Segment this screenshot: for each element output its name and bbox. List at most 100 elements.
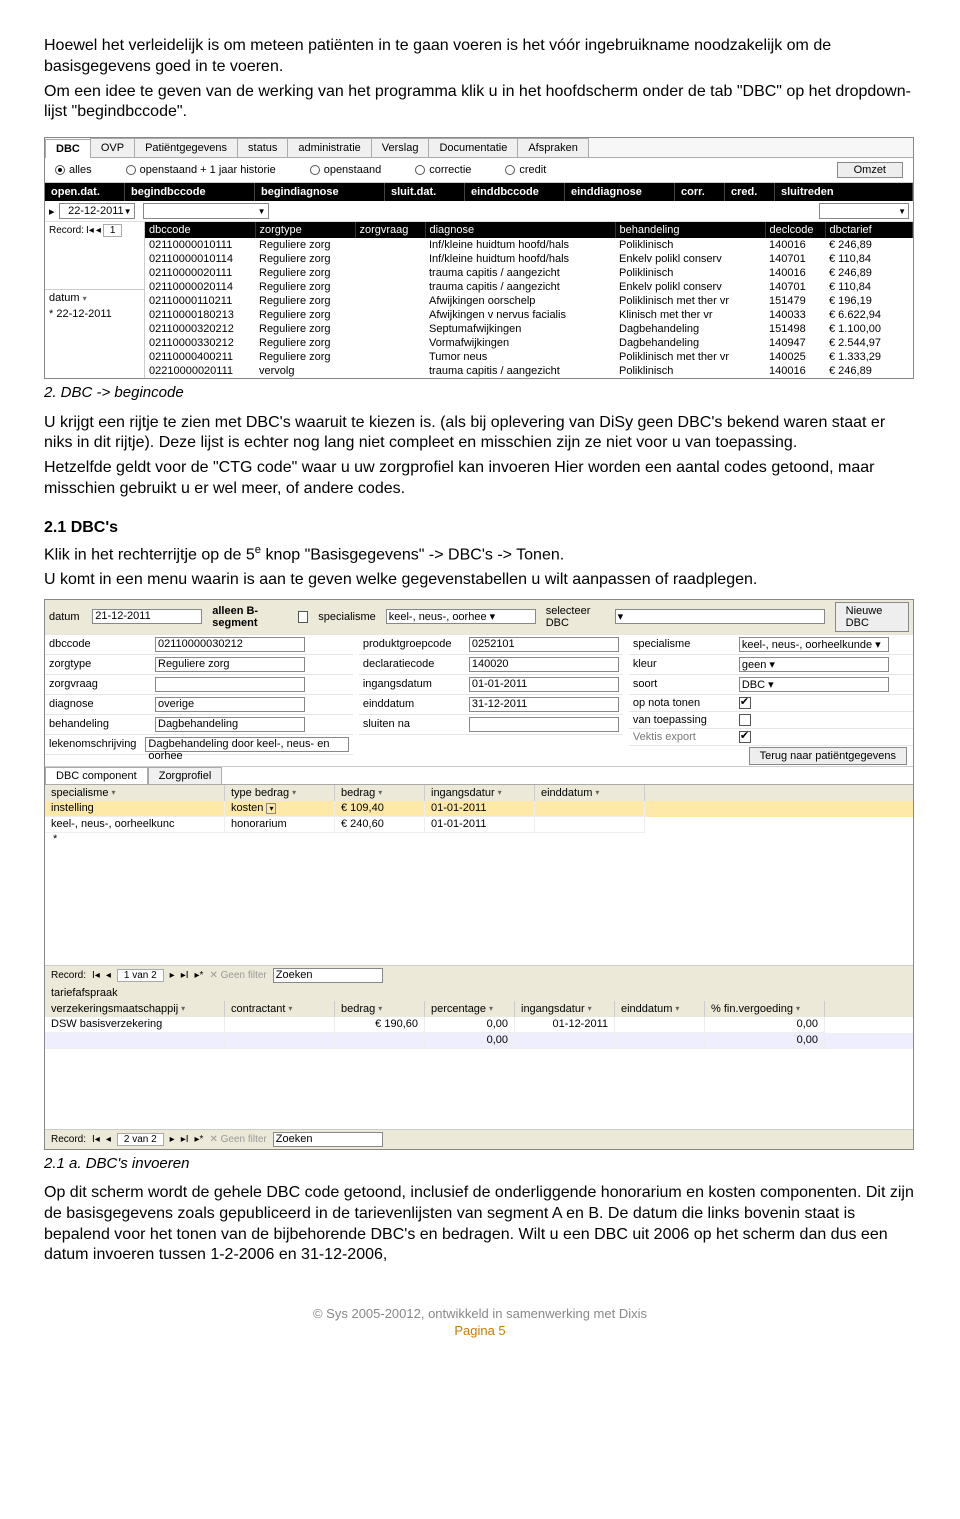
input[interactable]: Dagbehandeling [155, 717, 305, 732]
table-row[interactable]: 02110000330212Reguliere zorgVormafwijkin… [145, 336, 913, 350]
hdr-einddbccode: einddbccode [465, 183, 565, 201]
cell: € 246,89 [825, 238, 913, 252]
opendat-input[interactable]: 22-12-2011▼ [59, 203, 135, 219]
selecteer-dbc-dropdown[interactable]: ▾ [615, 609, 825, 624]
terug-button[interactable]: Terug naar patiëntgegevens [749, 747, 907, 765]
zoeken-input[interactable]: Zoeken [273, 968, 383, 983]
nav-first-icon[interactable]: I◂ [92, 1134, 100, 1145]
dropdown[interactable]: keel-, neus-, oorheelkunde ▾ [739, 637, 889, 652]
record-nav: Record: I◂ ◂ 1 [45, 222, 144, 239]
tab-status[interactable]: status [237, 138, 288, 157]
table-row[interactable]: 02210000020111vervolgtrauma capitis / aa… [145, 364, 913, 378]
grid-row[interactable]: 0,000,00 [45, 1033, 913, 1049]
cell: € 196,19 [825, 294, 913, 308]
input[interactable]: Dagbehandeling door keel-, neus- en oorh… [145, 737, 348, 752]
cell: Reguliere zorg [255, 238, 355, 252]
grid-row[interactable]: DSW basisverzekering€ 190,600,0001-12-20… [45, 1017, 913, 1033]
table-row[interactable]: 02110000180213Reguliere zorgAfwijkingen … [145, 308, 913, 322]
nav-new-icon[interactable]: ▸* [195, 1134, 204, 1145]
tab-afspraken[interactable]: Afspraken [517, 138, 589, 157]
cell: Afwijkingen oorschelp [425, 294, 615, 308]
field-row: lekenomschrijvingDagbehandeling door kee… [45, 735, 353, 755]
nav-first-icon[interactable]: I◂ [92, 970, 100, 981]
tab-dbccomponent[interactable]: DBC component [45, 767, 148, 784]
input[interactable]: Reguliere zorg [155, 657, 305, 672]
tab-patient[interactable]: Patiëntgegevens [134, 138, 238, 157]
tab-doc[interactable]: Documentatie [428, 138, 518, 157]
hdr-corr: corr. [675, 183, 725, 201]
tab-dbc[interactable]: DBC [45, 139, 91, 158]
input[interactable]: 140020 [469, 657, 619, 672]
table-row[interactable]: 02110000400211Reguliere zorgTumor neusPo… [145, 350, 913, 364]
checkbox[interactable] [739, 731, 751, 743]
tab-admin[interactable]: administratie [287, 138, 371, 157]
checkbox[interactable] [739, 697, 751, 709]
table-row[interactable]: 02110000010114Reguliere zorgInf/kleine h… [145, 252, 913, 266]
cell [355, 252, 425, 266]
nav-prev-icon[interactable]: ◂ [106, 970, 111, 981]
nav-first-icon[interactable]: I◂ [86, 225, 94, 236]
footer-page: Pagina 5 [44, 1323, 916, 1338]
dropdown[interactable]: DBC ▾ [739, 677, 889, 692]
radio-openstaand[interactable]: openstaand [310, 164, 382, 176]
radio-openstaand-hist[interactable]: openstaand + 1 jaar historie [126, 164, 276, 176]
radio-credit[interactable]: credit [505, 164, 546, 176]
field-row: einddatum31-12-2011 [359, 695, 623, 715]
input[interactable]: 02110000030212 [155, 637, 305, 652]
input[interactable]: overige [155, 697, 305, 712]
nav-next-icon[interactable]: ▸ [170, 970, 175, 981]
nav-prev-icon[interactable]: ◂ [106, 1134, 111, 1145]
input[interactable] [469, 717, 619, 732]
input[interactable]: 01-01-2011 [469, 677, 619, 692]
nav-last-icon[interactable]: ▸I [181, 970, 189, 981]
nav-next-icon[interactable]: ▸ [170, 1134, 175, 1145]
zoeken-input[interactable]: Zoeken [273, 1132, 383, 1147]
field-row: op nota tonen [629, 695, 913, 712]
nav-prev-icon[interactable]: ◂ [96, 225, 101, 236]
cell [355, 294, 425, 308]
radio-label: openstaand + 1 jaar historie [140, 164, 276, 176]
cell: Vormafwijkingen [425, 336, 615, 350]
input[interactable]: 0252101 [469, 637, 619, 652]
nav-new-icon[interactable]: ▸* [195, 970, 204, 981]
tab-ovp[interactable]: OVP [90, 138, 135, 157]
sluitreden-dropdown[interactable]: ▼ [819, 203, 909, 219]
grid-row[interactable]: instellingkosten ▾€ 109,4001-01-2011 [45, 801, 913, 817]
input[interactable] [155, 677, 305, 692]
table-row[interactable]: 02110000010111Reguliere zorgInf/kleine h… [145, 238, 913, 252]
begindbccode-dropdown[interactable]: ▼ [143, 203, 269, 219]
cell: € 110,84 [825, 252, 913, 266]
star-date-row: * 22-12-2011 [45, 306, 144, 322]
nieuwe-dbc-button[interactable]: Nieuwe DBC [835, 602, 909, 632]
table-row[interactable]: 02110000110211Reguliere zorgAfwijkingen … [145, 294, 913, 308]
record-pos: 1 van 2 [117, 969, 164, 982]
omzet-button[interactable]: Omzet [837, 162, 903, 178]
table-row[interactable]: 02110000020114Reguliere zorgtrauma capit… [145, 280, 913, 294]
cell: € 246,89 [825, 364, 913, 378]
field-label: produktgroepcode [363, 638, 463, 650]
cell: 140033 [765, 308, 825, 322]
dropdown[interactable]: geen ▾ [739, 657, 889, 672]
specialisme-dropdown[interactable]: keel-, neus-, oorhee ▾ [386, 609, 536, 624]
table-row[interactable]: 02110000320212Reguliere zorgSeptumafwijk… [145, 322, 913, 336]
input[interactable]: 31-12-2011 [469, 697, 619, 712]
nav-last-icon[interactable]: ▸I [181, 1134, 189, 1145]
cell [355, 336, 425, 350]
cell [515, 1033, 615, 1049]
th-diagnose: diagnose [425, 222, 615, 238]
checkbox[interactable] [739, 714, 751, 726]
mid-para-2: Hetzelfde geldt voor de "CTG code" waar … [44, 458, 916, 500]
radio-alles[interactable]: alles [55, 164, 92, 176]
field-label: zorgtype [49, 658, 149, 670]
table-row[interactable]: 02110000020111Reguliere zorgtrauma capit… [145, 266, 913, 280]
tab-zorgprofiel[interactable]: Zorgprofiel [148, 767, 223, 784]
alleenb-checkbox[interactable] [298, 611, 308, 623]
intro-para-2: Om een idee te geven van de werking van … [44, 82, 916, 124]
field-label: van toepassing [633, 714, 733, 726]
datum-input[interactable]: 21-12-2011 [92, 609, 202, 624]
field-label: ingangsdatum [363, 678, 463, 690]
radio-correctie[interactable]: correctie [415, 164, 471, 176]
grid-row[interactable]: keel-, neus-, oorheelkunchonorarium€ 240… [45, 817, 913, 833]
section21-line2: U komt in een menu waarin is aan te geve… [44, 570, 916, 591]
tab-verslag[interactable]: Verslag [371, 138, 430, 157]
